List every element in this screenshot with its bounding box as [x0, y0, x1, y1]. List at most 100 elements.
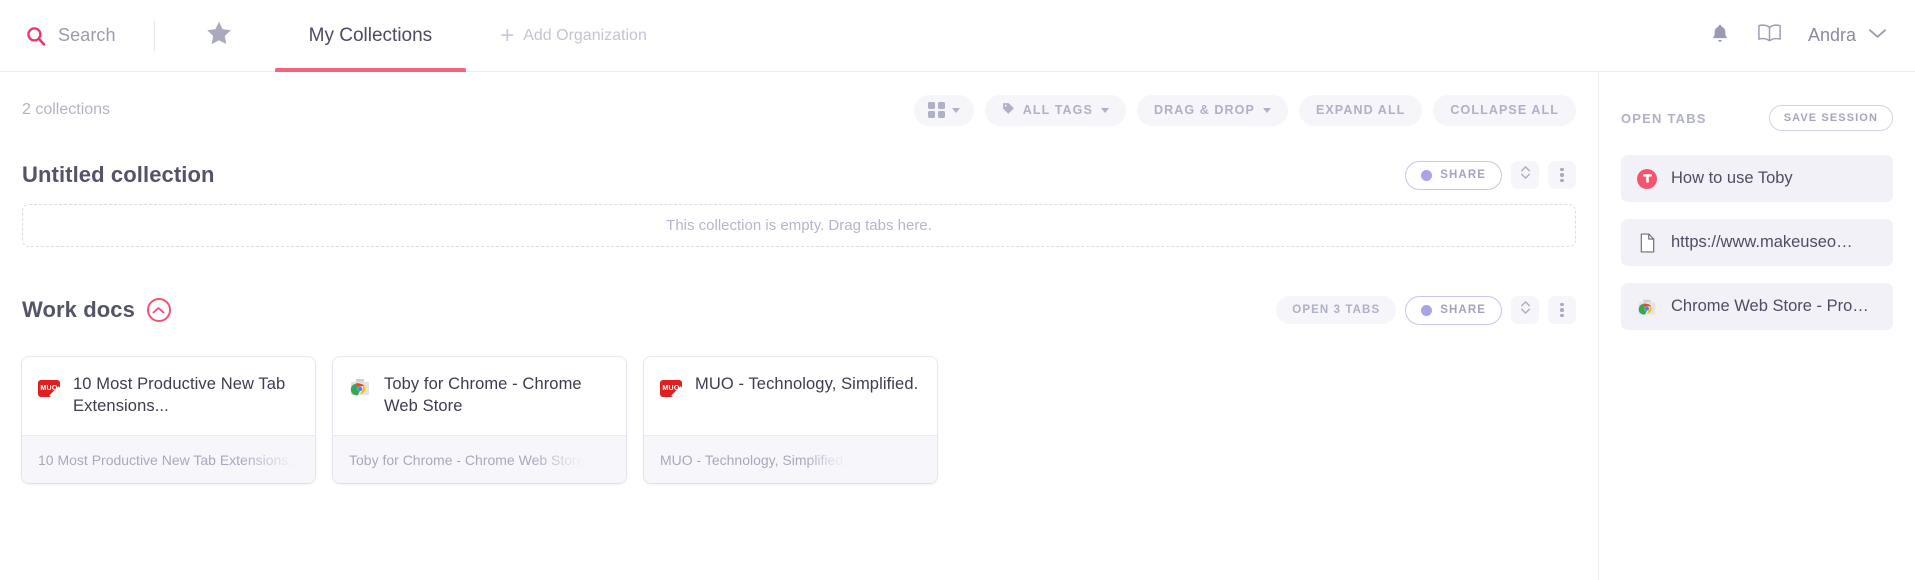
collection-title[interactable]: Work docs: [22, 297, 135, 323]
search-label: Search: [58, 25, 116, 45]
collection-block: Work docs OPEN 3 TABS SHARE MUO 10 Most …: [22, 283, 1576, 483]
kebab-dot: [1560, 302, 1564, 307]
chevron-down-icon: [1868, 27, 1887, 45]
kebab-dot: [1560, 308, 1564, 312]
notifications-button[interactable]: [1709, 22, 1731, 50]
document-favicon-icon: [1637, 233, 1657, 253]
search-icon: [26, 26, 46, 46]
search-button[interactable]: Search: [0, 25, 116, 46]
collection-header: Work docs OPEN 3 TABS SHARE: [22, 283, 1576, 337]
save-session-button[interactable]: SAVE SESSION: [1768, 105, 1893, 131]
list-item[interactable]: https://www.makeuseo…: [1621, 219, 1893, 266]
list-item-label: https://www.makeuseo…: [1671, 233, 1853, 251]
list-item-label: How to use Toby: [1671, 169, 1793, 187]
collection-title[interactable]: Untitled collection: [22, 162, 215, 188]
drag-drop-label: DRAG & DROP: [1153, 103, 1255, 117]
open-tabs-button[interactable]: OPEN 3 TABS: [1276, 296, 1397, 324]
share-status-dot: [1421, 304, 1433, 316]
tab-card-title: Toby for Chrome - Chrome Web Store: [384, 375, 582, 415]
muo-favicon-text: MUO: [662, 385, 680, 392]
list-item-label: Chrome Web Store - Pro…: [1671, 297, 1869, 315]
save-session-label: SAVE SESSION: [1783, 112, 1878, 124]
empty-collection-message: This collection is empty. Drag tabs here…: [666, 217, 932, 234]
tab-card-header: MUO MUO - Technology, Simplified.: [644, 357, 937, 435]
collection-more-menu-button[interactable]: [1548, 161, 1576, 189]
grid-view-icon: [928, 101, 945, 119]
share-label: SHARE: [1440, 169, 1486, 181]
chrome-web-store-favicon-icon: [1637, 297, 1657, 317]
collection-actions: OPEN 3 TABS SHARE: [1276, 295, 1576, 325]
book-icon: [1757, 22, 1782, 49]
toby-favicon-icon: [1637, 168, 1657, 189]
view-toggle-button[interactable]: [914, 94, 974, 126]
bell-icon: [1709, 22, 1731, 50]
muo-favicon-icon: MUO: [660, 376, 682, 398]
collection-header: Untitled collection SHARE: [22, 148, 1576, 202]
drag-drop-button[interactable]: DRAG & DROP: [1136, 94, 1288, 126]
reorder-button[interactable]: [1511, 161, 1539, 189]
tab-card-title: MUO - Technology, Simplified.: [695, 375, 919, 393]
tab-card-url: MUO - Technology, Simplified.: [660, 451, 847, 468]
user-name-label: Andra: [1807, 25, 1856, 45]
add-organization-button[interactable]: + Add Organization: [500, 21, 647, 49]
star-icon: [204, 19, 234, 53]
expand-all-button[interactable]: EXPAND ALL: [1298, 94, 1423, 126]
tab-card-url: 10 Most Productive New Tab Extensions...: [38, 451, 299, 468]
collection-actions: SHARE: [1405, 160, 1576, 190]
collections-toolbar: 2 collections ALL TAGS DRAG & DROP EXPAN…: [22, 72, 1576, 134]
nav-divider: [153, 20, 155, 51]
collections-panel: 2 collections ALL TAGS DRAG & DROP EXPAN…: [0, 72, 1599, 580]
list-item[interactable]: Chrome Web Store - Pro…: [1621, 283, 1893, 330]
chevron-up-circle-icon[interactable]: [146, 298, 171, 322]
page-body: 2 collections ALL TAGS DRAG & DROP EXPAN…: [0, 72, 1915, 580]
sidebar-header: OPEN TABS SAVE SESSION: [1621, 98, 1893, 138]
collection-cards: MUO 10 Most Productive New Tab Extension…: [22, 357, 1576, 483]
chevron-down-icon: [1100, 107, 1109, 113]
sidebar-title: OPEN TABS: [1621, 110, 1707, 126]
tab-card-url: Toby for Chrome - Chrome Web Store: [349, 451, 585, 468]
share-button[interactable]: SHARE: [1405, 295, 1502, 325]
tab-card-title: 10 Most Productive New Tab Extensions...: [73, 375, 286, 415]
collapse-all-label: COLLAPSE ALL: [1450, 103, 1559, 117]
tab-card-header: MUO 10 Most Productive New Tab Extension…: [22, 357, 315, 435]
tab-card-footer: MUO - Technology, Simplified.: [644, 435, 937, 483]
empty-collection-dropzone[interactable]: This collection is empty. Drag tabs here…: [22, 204, 1576, 247]
collection-count-label: 2 collections: [22, 101, 111, 118]
plus-icon: +: [500, 21, 515, 49]
kebab-dot: [1560, 173, 1564, 177]
tab-card[interactable]: Toby for Chrome - Chrome Web Store Toby …: [333, 357, 626, 483]
collapse-all-button[interactable]: COLLAPSE ALL: [1433, 94, 1576, 126]
muo-favicon-icon: MUO: [38, 376, 60, 398]
tag-icon: [1002, 102, 1015, 118]
active-tab-indicator: [274, 67, 467, 72]
guide-button[interactable]: [1757, 22, 1782, 49]
tab-card-header: Toby for Chrome - Chrome Web Store: [333, 357, 626, 435]
collection-block: Untitled collection SHARE This collectio…: [22, 148, 1576, 247]
all-tags-button[interactable]: ALL TAGS: [984, 94, 1126, 126]
tab-my-collections-label: My Collections: [308, 24, 433, 46]
kebab-dot: [1560, 167, 1564, 172]
favorites-button[interactable]: [193, 19, 245, 53]
nav-right-group: Andra: [1709, 22, 1915, 50]
tab-card-footer: Toby for Chrome - Chrome Web Store: [333, 435, 626, 483]
share-button[interactable]: SHARE: [1405, 160, 1502, 190]
all-tags-label: ALL TAGS: [1022, 103, 1093, 117]
open-tabs-label: OPEN 3 TABS: [1292, 304, 1381, 316]
chevron-up-down-icon: [1519, 299, 1532, 321]
tab-card-footer: 10 Most Productive New Tab Extensions...: [22, 435, 315, 483]
tab-my-collections[interactable]: My Collections: [274, 0, 467, 72]
collection-more-menu-button[interactable]: [1548, 296, 1576, 324]
chevron-up-down-icon: [1519, 164, 1532, 186]
top-navigation-bar: Search My Collections + Add Organization: [0, 0, 1915, 72]
kebab-dot: [1560, 313, 1564, 318]
list-item[interactable]: How to use Toby: [1621, 155, 1893, 202]
user-menu[interactable]: Andra: [1808, 25, 1887, 46]
open-tabs-sidebar: OPEN TABS SAVE SESSION How to use Toby h…: [1599, 72, 1915, 580]
kebab-dot: [1560, 178, 1564, 183]
reorder-button[interactable]: [1511, 296, 1539, 324]
share-label: SHARE: [1440, 304, 1486, 316]
tab-card[interactable]: MUO MUO - Technology, Simplified. MUO - …: [644, 357, 937, 483]
add-organization-label: Add Organization: [523, 26, 647, 44]
chevron-down-icon: [951, 107, 960, 113]
tab-card[interactable]: MUO 10 Most Productive New Tab Extension…: [22, 357, 315, 483]
